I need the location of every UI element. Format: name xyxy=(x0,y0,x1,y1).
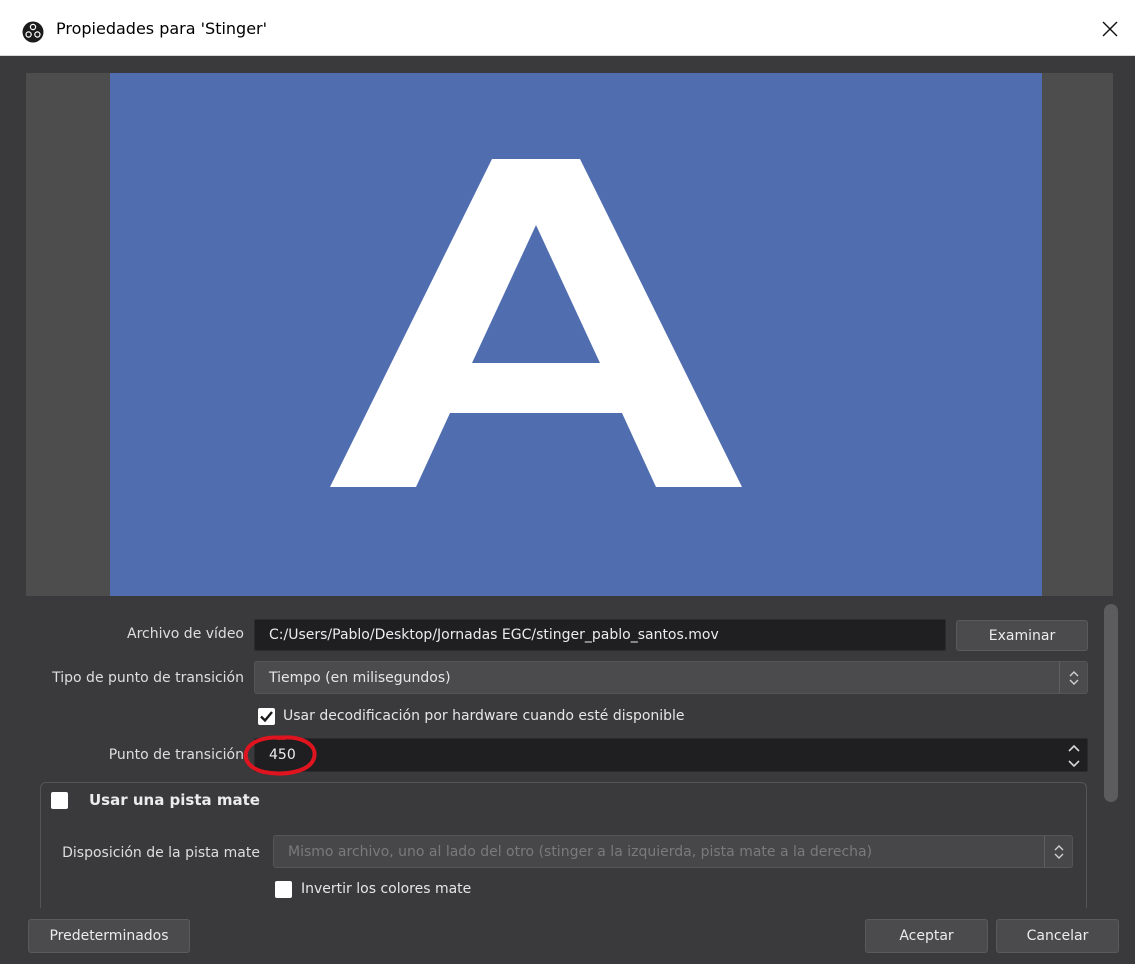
preview-area xyxy=(26,73,1113,596)
dialog-button-bar: Predeterminados Aceptar Cancelar xyxy=(0,908,1135,964)
browse-button[interactable]: Examinar xyxy=(956,620,1088,651)
invert-matte-label: Invertir los colores mate xyxy=(301,881,472,897)
transition-point-type-label: Tipo de punto de transición xyxy=(52,670,244,686)
spin-down-icon[interactable] xyxy=(1063,756,1085,771)
window-title: Propiedades para 'Stinger' xyxy=(56,19,268,38)
obs-logo-icon xyxy=(22,21,44,43)
transition-point-label: Punto de transición xyxy=(108,747,244,763)
red-annotation-circle xyxy=(243,735,317,776)
updown-arrows-icon xyxy=(1044,836,1072,867)
updown-arrows-icon xyxy=(1059,662,1087,693)
preview-canvas xyxy=(110,73,1042,596)
video-file-label: Archivo de vídeo xyxy=(127,626,244,642)
video-file-input[interactable]: C:/Users/Pablo/Desktop/Jornadas EGC/stin… xyxy=(254,619,946,651)
transition-point-type-value: Tiempo (en milisegundos) xyxy=(269,669,451,686)
close-button[interactable] xyxy=(1095,14,1125,44)
track-matte-layout-select[interactable]: Mismo archivo, uno al lado del otro (sti… xyxy=(273,835,1073,868)
title-bar: Propiedades para 'Stinger' xyxy=(0,0,1135,56)
cancel-button[interactable]: Cancelar xyxy=(996,919,1119,953)
form-scrollbar[interactable] xyxy=(1104,604,1118,802)
track-matte-layout-label: Disposición de la pista mate xyxy=(62,845,260,861)
close-icon xyxy=(1102,21,1118,37)
hardware-decoding-checkbox[interactable] xyxy=(258,708,275,725)
hardware-decoding-label: Usar decodificación por hardware cuando … xyxy=(283,708,685,724)
track-matte-layout-value: Mismo archivo, uno al lado del otro (sti… xyxy=(288,843,873,860)
transition-point-spinbox[interactable]: 450 xyxy=(254,738,1088,772)
accept-button[interactable]: Aceptar xyxy=(865,919,988,953)
checkmark-icon xyxy=(260,711,273,723)
defaults-button[interactable]: Predeterminados xyxy=(28,919,190,953)
track-matte-title: Usar una pista mate xyxy=(89,791,260,809)
invert-matte-checkbox[interactable] xyxy=(275,881,292,898)
track-matte-checkbox[interactable] xyxy=(51,792,68,809)
spin-up-icon[interactable] xyxy=(1063,740,1085,755)
track-matte-group: Usar una pista mate Disposición de la pi… xyxy=(40,782,1087,922)
transition-point-type-select[interactable]: Tiempo (en milisegundos) xyxy=(254,661,1088,694)
preview-letter-graphic xyxy=(330,159,742,487)
